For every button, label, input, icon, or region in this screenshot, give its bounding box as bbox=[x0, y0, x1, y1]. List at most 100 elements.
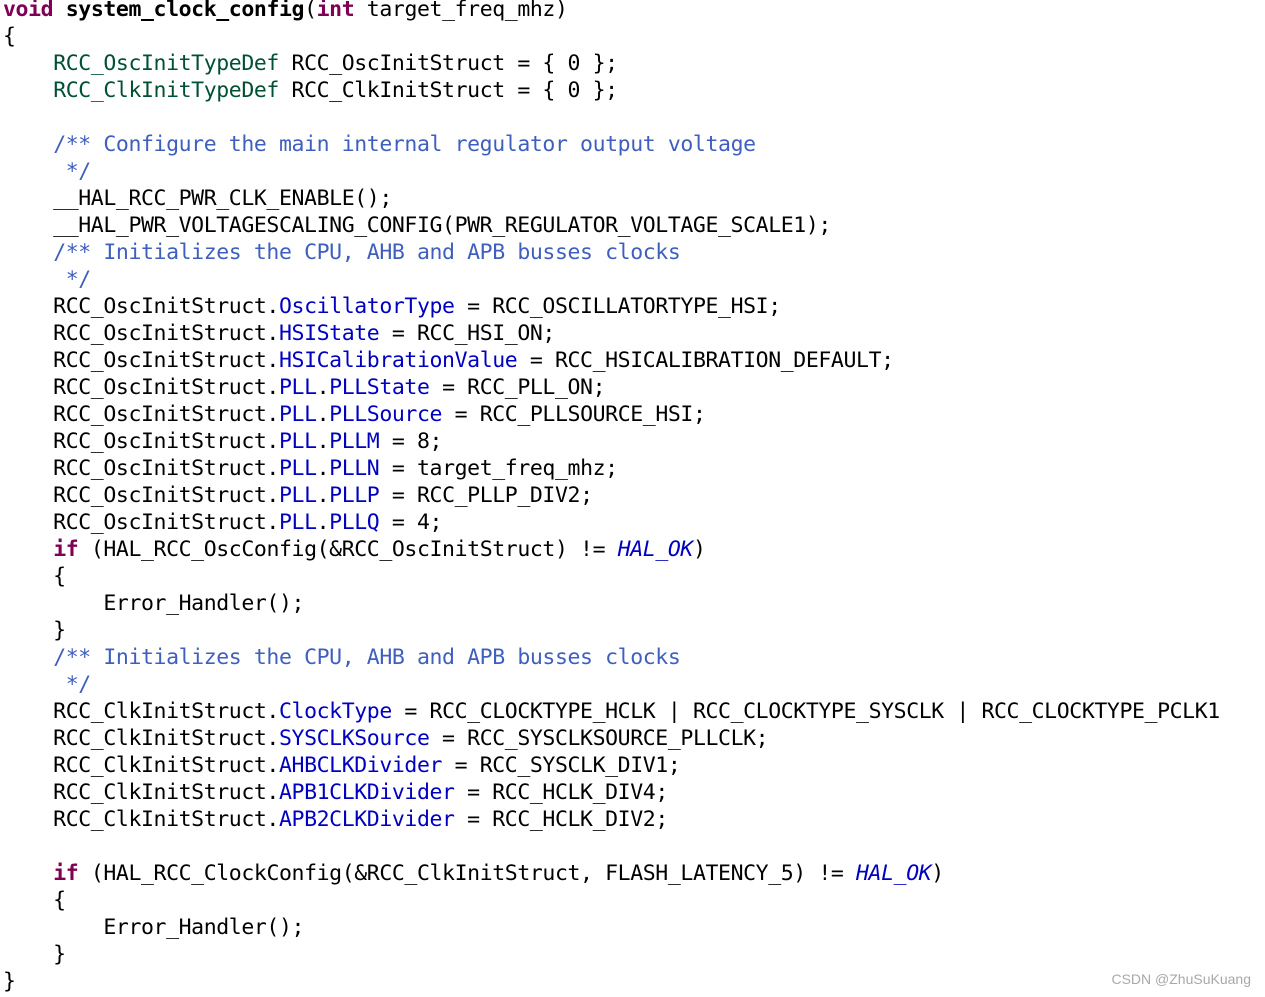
code-line: RCC_OscInitStruct.PLL.PLLP = RCC_PLLP_DI… bbox=[3, 482, 1220, 509]
field-token: PLL bbox=[278, 375, 317, 400]
code-line: void system_clock_config(int target_freq… bbox=[3, 0, 1220, 23]
function-name-token: system_clock_config bbox=[65, 0, 305, 22]
code-token: (HAL_RCC_OscConfig(&RCC_OscInitStruct) !… bbox=[78, 537, 618, 562]
field-token: APB1CLKDivider bbox=[278, 780, 455, 805]
field-token: PLLState bbox=[329, 375, 430, 400]
field-token: APB2CLKDivider bbox=[278, 807, 455, 832]
code-token: Error_Handler(); bbox=[3, 591, 305, 616]
code-token: RCC_OscInitStruct. bbox=[3, 375, 279, 400]
code-line: /** Initializes the CPU, AHB and APB bus… bbox=[3, 644, 1220, 671]
code-line: RCC_OscInitStruct.PLL.PLLState = RCC_PLL… bbox=[3, 374, 1220, 401]
code-line: } bbox=[3, 617, 1220, 644]
code-token: = RCC_SYSCLK_DIV1; bbox=[442, 753, 681, 778]
field-token: PLL bbox=[278, 402, 317, 427]
code-token: RCC_ClkInitStruct. bbox=[3, 780, 279, 805]
field-token: PLL bbox=[278, 483, 317, 508]
comment-token: */ bbox=[65, 672, 91, 697]
field-token: PLL bbox=[278, 456, 317, 481]
code-token: RCC_ClkInitStruct. bbox=[3, 807, 279, 832]
code-line: } bbox=[3, 941, 1220, 968]
code-line: RCC_OscInitStruct.PLL.PLLSource = RCC_PL… bbox=[3, 401, 1220, 428]
code-token: RCC_OscInitStruct. bbox=[3, 429, 279, 454]
code-token: . bbox=[316, 483, 330, 508]
code-token: = target_freq_mhz; bbox=[379, 456, 618, 481]
code-token: RCC_ClkInitStruct. bbox=[3, 726, 279, 751]
code-token: = RCC_SYSCLKSOURCE_PLLCLK; bbox=[429, 726, 769, 751]
code-line: RCC_OscInitStruct.HSIState = RCC_HSI_ON; bbox=[3, 320, 1220, 347]
code-token: ( bbox=[304, 0, 317, 22]
code-line: /** Configure the main internal regulato… bbox=[3, 131, 1220, 158]
code-token: RCC_OscInitStruct. bbox=[3, 510, 279, 535]
field-token: PLLQ bbox=[329, 510, 380, 535]
code-line: RCC_OscInitStruct.HSICalibrationValue = … bbox=[3, 347, 1220, 374]
comment-token: /** Initializes the CPU, AHB and APB bus… bbox=[53, 645, 681, 670]
code-token: = RCC_OSCILLATORTYPE_HSI; bbox=[454, 294, 781, 319]
code-token: { bbox=[3, 24, 16, 49]
field-token: SYSCLKSource bbox=[278, 726, 430, 751]
code-token: __HAL_PWR_VOLTAGESCALING_CONFIG(PWR_REGU… bbox=[3, 213, 831, 238]
code-line: RCC_OscInitTypeDef RCC_OscInitStruct = {… bbox=[3, 50, 1220, 77]
code-token: } bbox=[3, 942, 66, 967]
code-token: RCC_ClkInitStruct. bbox=[3, 699, 279, 724]
code-token: RCC_ClkInitStruct = { 0 }; bbox=[278, 78, 619, 103]
code-token: = 4; bbox=[379, 510, 443, 535]
field-token: PLL bbox=[278, 429, 317, 454]
field-token: AHBCLKDivider bbox=[278, 753, 443, 778]
code-token: target_freq_mhz) bbox=[354, 0, 568, 22]
code-token: . bbox=[316, 510, 330, 535]
code-token: (HAL_RCC_ClockConfig(&RCC_ClkInitStruct,… bbox=[78, 861, 857, 886]
code-line: */ bbox=[3, 671, 1220, 698]
code-token: = RCC_HSI_ON; bbox=[379, 321, 555, 346]
code-token: . bbox=[316, 456, 330, 481]
code-token: . bbox=[316, 429, 330, 454]
keyword-token: if bbox=[53, 537, 79, 562]
constant-token: HAL_OK bbox=[856, 861, 932, 886]
code-line: RCC_ClkInitTypeDef RCC_ClkInitStruct = {… bbox=[3, 77, 1220, 104]
comment-token: */ bbox=[65, 159, 91, 184]
code-block: void system_clock_config(int target_freq… bbox=[3, 0, 1220, 995]
code-line: Error_Handler(); bbox=[3, 590, 1220, 617]
code-token: = RCC_CLOCKTYPE_HCLK | RCC_CLOCKTYPE_SYS… bbox=[391, 699, 1220, 724]
field-token: PLLN bbox=[329, 456, 380, 481]
code-token: RCC_OscInitStruct. bbox=[3, 294, 279, 319]
keyword-token: void bbox=[3, 0, 54, 22]
code-line: RCC_ClkInitStruct.APB1CLKDivider = RCC_H… bbox=[3, 779, 1220, 806]
keyword-token: if bbox=[53, 861, 79, 886]
code-token: __HAL_RCC_PWR_CLK_ENABLE(); bbox=[3, 186, 392, 211]
code-line: __HAL_PWR_VOLTAGESCALING_CONFIG(PWR_REGU… bbox=[3, 212, 1220, 239]
code-line: { bbox=[3, 23, 1220, 50]
code-token: = RCC_HCLK_DIV4; bbox=[454, 780, 668, 805]
code-line: RCC_OscInitStruct.PLL.PLLM = 8; bbox=[3, 428, 1220, 455]
code-line: */ bbox=[3, 158, 1220, 185]
watermark: CSDN @ZhuSuKuang bbox=[1111, 971, 1251, 987]
code-line: RCC_ClkInitStruct.ClockType = RCC_CLOCKT… bbox=[3, 698, 1220, 725]
field-token: ClockType bbox=[278, 699, 392, 724]
field-token: PLLSource bbox=[329, 402, 443, 427]
code-line: } bbox=[3, 968, 1220, 995]
code-token: = 8; bbox=[379, 429, 443, 454]
code-line: if (HAL_RCC_OscConfig(&RCC_OscInitStruct… bbox=[3, 536, 1220, 563]
code-token: RCC_OscInitStruct. bbox=[3, 456, 279, 481]
keyword-token: int bbox=[316, 0, 355, 22]
code-line: if (HAL_RCC_ClockConfig(&RCC_ClkInitStru… bbox=[3, 860, 1220, 887]
code-token: } bbox=[3, 618, 66, 643]
code-line: RCC_ClkInitStruct.APB2CLKDivider = RCC_H… bbox=[3, 806, 1220, 833]
code-line: */ bbox=[3, 266, 1220, 293]
field-token: PLLP bbox=[329, 483, 380, 508]
code-line: RCC_OscInitStruct.OscillatorType = RCC_O… bbox=[3, 293, 1220, 320]
code-token: } bbox=[3, 969, 16, 994]
code-token: = RCC_HSICALIBRATION_DEFAULT; bbox=[517, 348, 894, 373]
type-token: RCC_OscInitTypeDef bbox=[53, 51, 279, 76]
